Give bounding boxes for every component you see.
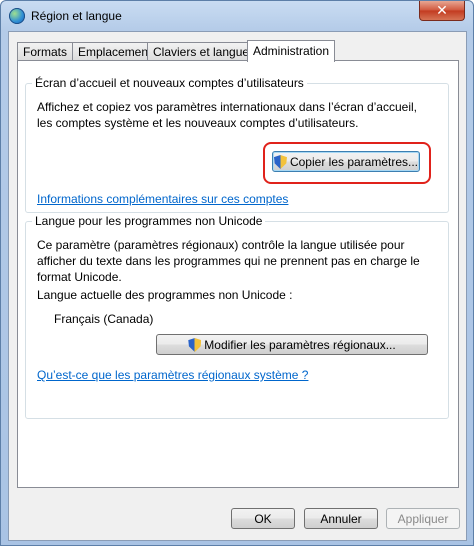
welcome-screen-group: Écran d’accueil et nouveaux comptes d’ut… — [25, 76, 449, 213]
tab-administration[interactable]: Administration — [247, 40, 336, 62]
copy-settings-label: Copier les paramètres... — [289, 155, 419, 169]
non-unicode-description-line-3: format Unicode. — [37, 270, 122, 284]
ok-button[interactable]: OK — [231, 508, 295, 529]
tab-emplacement[interactable]: Emplacement — [72, 42, 158, 61]
dialog-client-area: Formats Emplacement Claviers et langues … — [8, 31, 467, 541]
uac-shield-icon — [188, 338, 202, 352]
non-unicode-group: Langue pour les programmes non Unicode C… — [25, 214, 449, 419]
welcome-description-line-2: les comptes système et les nouveaux comp… — [37, 116, 359, 130]
dialog-window: Région et langue ✕ Formats Emplacement C… — [0, 0, 474, 546]
change-system-locale-button[interactable]: Modifier les paramètres régionaux... — [156, 334, 428, 355]
cancel-button[interactable]: Annuler — [304, 508, 378, 529]
non-unicode-group-label: Langue pour les programmes non Unicode — [32, 214, 266, 228]
system-locale-info-link[interactable]: Qu’est-ce que les paramètres régionaux s… — [37, 368, 308, 382]
uac-shield-icon — [273, 155, 287, 169]
non-unicode-description-line-2: afficher du texte dans les programmes qu… — [37, 254, 420, 268]
change-system-locale-label: Modifier les paramètres régionaux... — [204, 338, 396, 352]
welcome-description-line-1: Affichez et copiez vos paramètres intern… — [37, 100, 417, 114]
close-button[interactable]: ✕ — [419, 1, 465, 21]
tab-panel-administration: Écran d’accueil et nouveaux comptes d’ut… — [17, 60, 459, 488]
welcome-group-label: Écran d’accueil et nouveaux comptes d’ut… — [32, 76, 307, 90]
window-title: Région et langue — [31, 9, 122, 23]
globe-icon — [9, 8, 25, 24]
current-language-value: Français (Canada) — [54, 312, 154, 326]
non-unicode-description-line-1: Ce paramètre (paramètres régionaux) cont… — [37, 238, 405, 252]
tab-claviers-et-langues[interactable]: Claviers et langues — [147, 42, 262, 61]
title-bar[interactable]: Région et langue ✕ — [1, 1, 473, 31]
current-language-label: Langue actuelle des programmes non Unico… — [37, 288, 293, 302]
tab-formats[interactable]: Formats — [17, 42, 74, 61]
accounts-info-link[interactable]: Informations complémentaires sur ces com… — [37, 192, 288, 206]
copy-settings-button[interactable]: Copier les paramètres... — [272, 151, 420, 172]
apply-button[interactable]: Appliquer — [386, 508, 460, 529]
